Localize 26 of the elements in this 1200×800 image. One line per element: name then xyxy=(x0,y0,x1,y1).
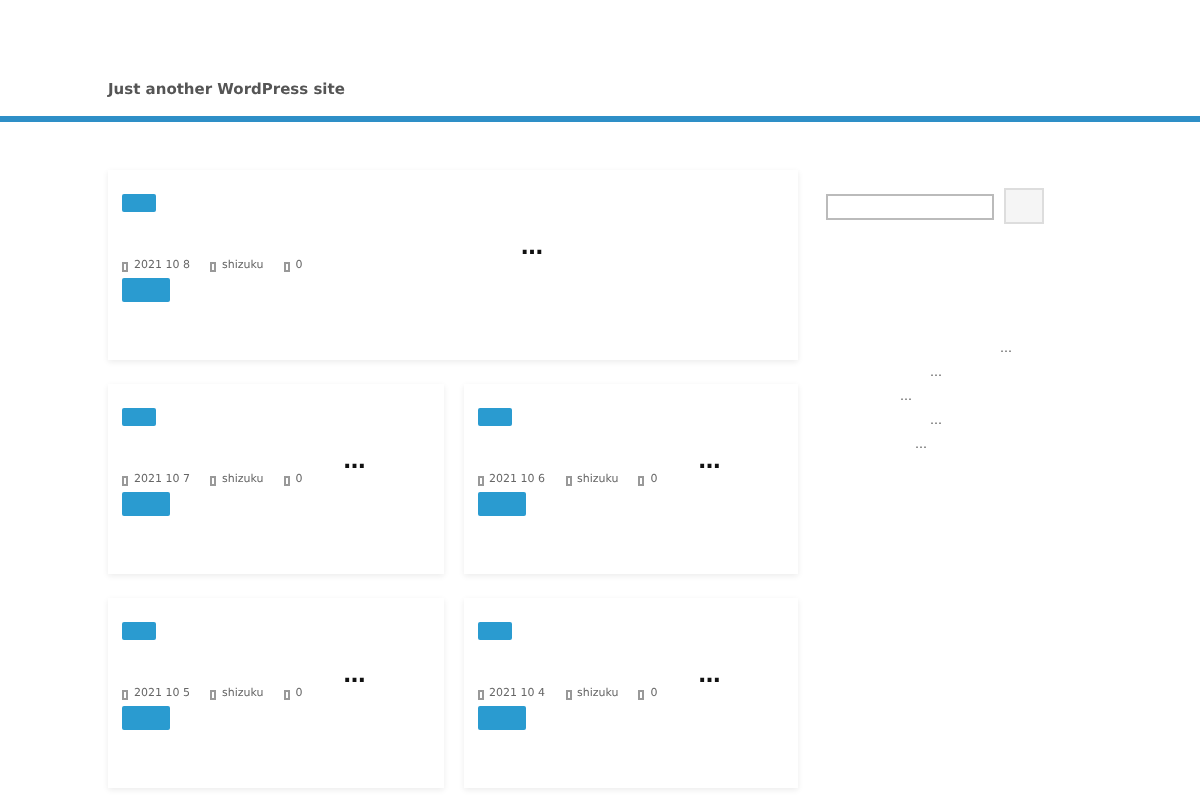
category-button[interactable] xyxy=(477,622,511,640)
calendar-icon xyxy=(477,689,483,699)
read-more-button[interactable] xyxy=(477,706,525,730)
search-button[interactable] xyxy=(1004,188,1044,224)
comment-icon xyxy=(283,475,290,485)
read-more-button[interactable] xyxy=(477,492,525,516)
comment-icon xyxy=(638,689,645,699)
post-title[interactable]: … xyxy=(477,664,784,686)
post-title[interactable]: … xyxy=(122,450,429,472)
person-icon xyxy=(210,261,216,271)
calendar-icon xyxy=(122,261,128,271)
calendar-icon xyxy=(477,475,483,485)
person-icon xyxy=(210,689,216,699)
post-title[interactable]: … xyxy=(122,664,429,686)
post-title[interactable]: … xyxy=(477,450,784,472)
comment-icon xyxy=(638,475,645,485)
comment-icon xyxy=(283,261,290,271)
post-title[interactable]: … xyxy=(122,236,784,258)
category-button[interactable] xyxy=(477,408,511,426)
person-icon xyxy=(565,689,571,699)
comment-icon xyxy=(283,689,290,699)
person-icon xyxy=(210,475,216,485)
calendar-icon xyxy=(122,689,128,699)
calendar-icon xyxy=(122,475,128,485)
person-icon xyxy=(565,475,571,485)
search-field[interactable] xyxy=(826,193,994,219)
